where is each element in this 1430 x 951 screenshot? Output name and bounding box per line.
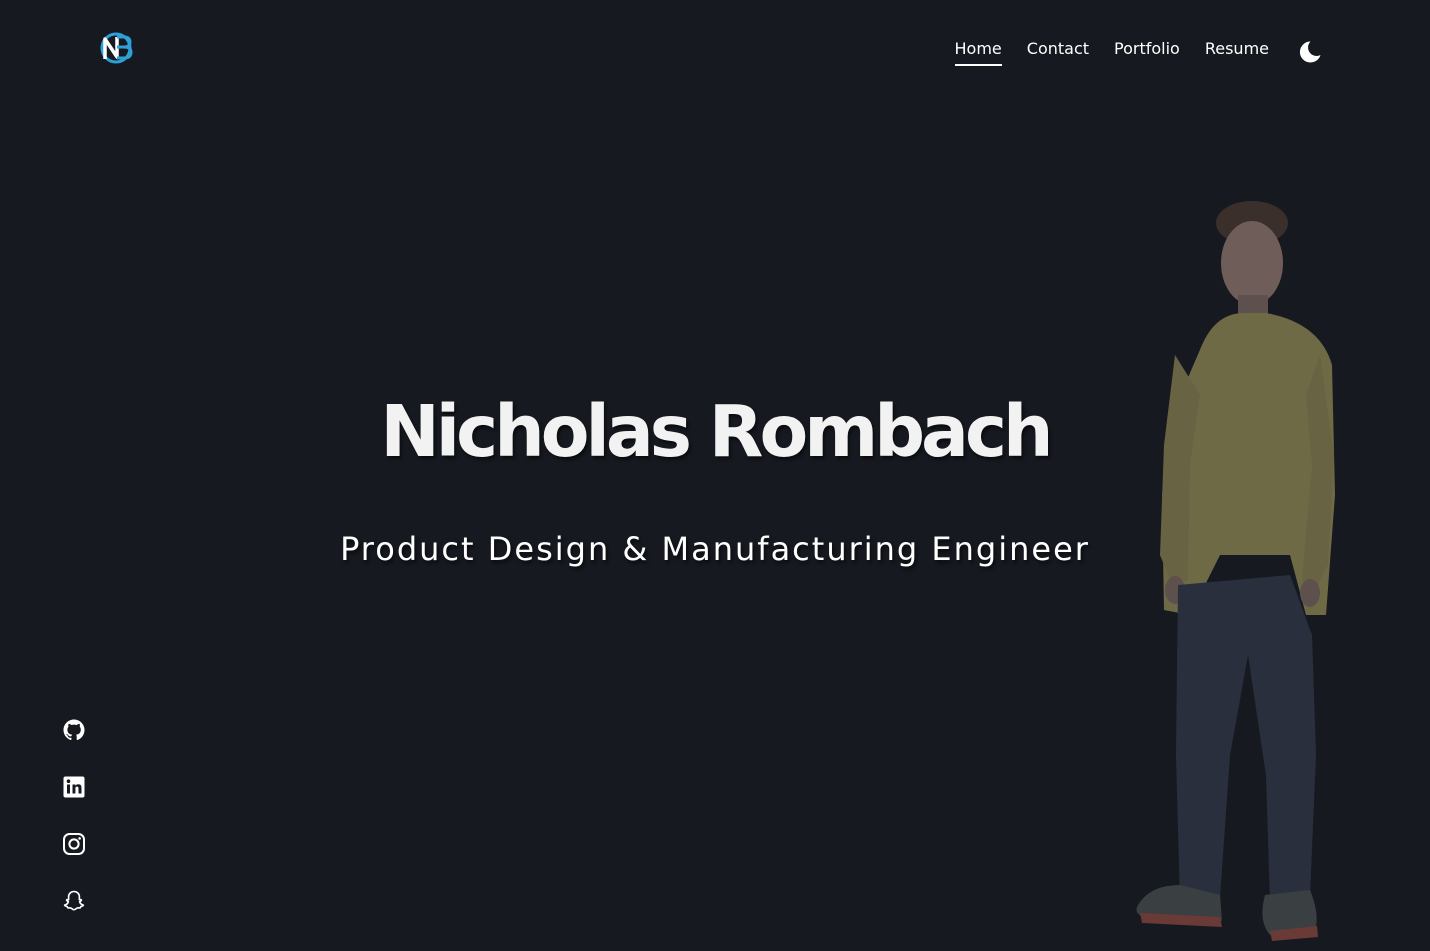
nb-logo[interactable]	[99, 31, 135, 65]
github-icon[interactable]	[62, 718, 86, 742]
snapchat-icon[interactable]	[62, 889, 86, 913]
nav-home-link[interactable]: Home	[954, 39, 1003, 66]
hero-name: Nicholas Rombach	[380, 390, 1053, 473]
home-page: Home Contact Portfolio Resume Nicholas R…	[0, 0, 1430, 951]
nav-resume-link[interactable]: Resume	[1205, 39, 1269, 65]
profile-photo	[1136, 201, 1335, 941]
linkedin-icon[interactable]	[62, 775, 86, 799]
nav-contact-link[interactable]: Contact	[1027, 39, 1089, 65]
nav-portfolio-link[interactable]: Portfolio	[1114, 39, 1180, 65]
instagram-icon[interactable]	[62, 832, 86, 856]
hero-subtitle: Product Design & Manufacturing Engineer	[340, 530, 1090, 568]
moon-icon[interactable]	[1298, 40, 1322, 64]
main-nav: Home Contact Portfolio Resume	[930, 39, 1322, 66]
social-links	[62, 718, 86, 946]
